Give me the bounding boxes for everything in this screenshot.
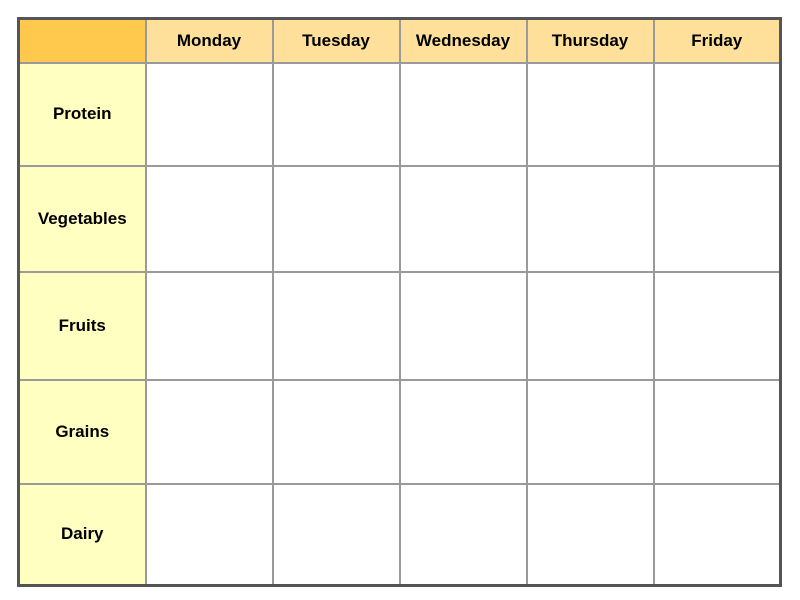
- table-row: Dairy: [17, 482, 782, 587]
- meal-cell[interactable]: [398, 61, 528, 167]
- meal-cell[interactable]: [652, 270, 782, 381]
- meal-cell[interactable]: [271, 378, 401, 485]
- meal-cell[interactable]: [271, 164, 401, 273]
- meal-cell[interactable]: [652, 482, 782, 587]
- category-label-dairy: Dairy: [17, 482, 147, 587]
- meal-cell[interactable]: [398, 164, 528, 273]
- day-header-tuesday: Tuesday: [271, 17, 401, 64]
- day-header-monday: Monday: [144, 17, 274, 64]
- category-label-vegetables: Vegetables: [17, 164, 147, 273]
- meal-cell[interactable]: [271, 482, 401, 587]
- day-header-friday: Friday: [652, 17, 782, 64]
- meal-cell[interactable]: [398, 378, 528, 485]
- meal-cell[interactable]: [652, 378, 782, 485]
- meal-cell[interactable]: [144, 61, 274, 167]
- day-header-thursday: Thursday: [525, 17, 655, 64]
- meal-cell[interactable]: [144, 164, 274, 273]
- meal-cell[interactable]: [398, 270, 528, 381]
- meal-cell[interactable]: [525, 482, 655, 587]
- category-label-fruits: Fruits: [17, 270, 147, 381]
- meal-cell[interactable]: [652, 61, 782, 167]
- table-row: Grains: [17, 378, 782, 485]
- corner-cell: [17, 17, 147, 64]
- category-label-protein: Protein: [17, 61, 147, 167]
- header-row: Monday Tuesday Wednesday Thursday Friday: [17, 17, 782, 64]
- day-header-wednesday: Wednesday: [398, 17, 528, 64]
- table-row: Protein: [17, 61, 782, 167]
- meal-cell[interactable]: [271, 270, 401, 381]
- table-row: Fruits: [17, 270, 782, 381]
- category-label-grains: Grains: [17, 378, 147, 485]
- table-row: Vegetables: [17, 164, 782, 273]
- meal-cell[interactable]: [525, 378, 655, 485]
- meal-cell[interactable]: [144, 270, 274, 381]
- meal-cell[interactable]: [144, 482, 274, 587]
- meal-cell[interactable]: [398, 482, 528, 587]
- meal-cell[interactable]: [525, 61, 655, 167]
- meal-cell[interactable]: [652, 164, 782, 273]
- meal-cell[interactable]: [144, 378, 274, 485]
- meal-cell[interactable]: [525, 270, 655, 381]
- meal-cell[interactable]: [525, 164, 655, 273]
- meal-planner-table: Monday Tuesday Wednesday Thursday Friday…: [17, 17, 782, 587]
- meal-cell[interactable]: [271, 61, 401, 167]
